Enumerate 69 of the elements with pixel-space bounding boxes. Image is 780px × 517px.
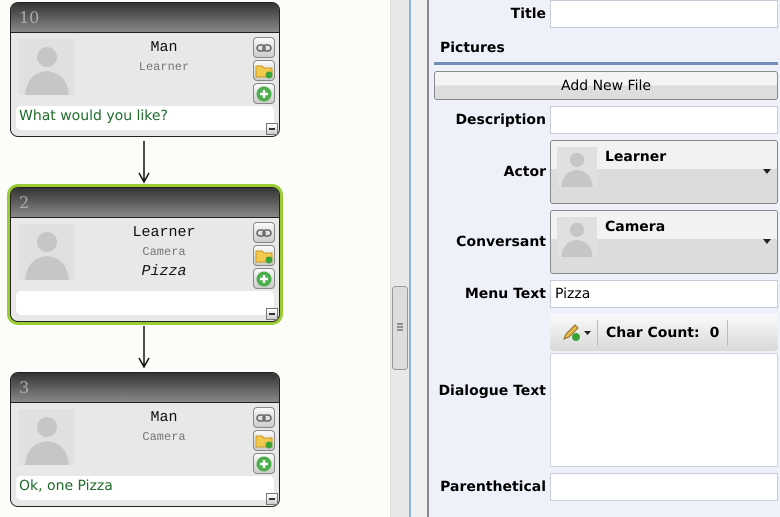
listener-name: Camera — [142, 430, 186, 444]
splitter-bar[interactable] — [409, 0, 429, 517]
link-button[interactable] — [253, 222, 275, 243]
collapse-button[interactable] — [266, 308, 278, 320]
link-button[interactable] — [253, 37, 275, 58]
avatar-placeholder — [557, 217, 597, 257]
dialogue-node[interactable]: 3 Man Camera Ok, one Pizza — [10, 372, 280, 507]
text-field[interactable] — [550, 473, 778, 501]
field-label: Actor — [502, 164, 546, 180]
plus-icon — [256, 86, 272, 102]
add-button[interactable] — [253, 453, 275, 474]
avatar-placeholder — [557, 147, 597, 187]
collapse-button[interactable] — [266, 123, 278, 135]
menu-text: Pizza — [141, 263, 186, 280]
avatar-placeholder — [19, 224, 75, 280]
vertical-scrollbar[interactable] — [390, 0, 409, 517]
scroll-thumb-icon — [392, 286, 408, 370]
minus-icon — [269, 128, 275, 130]
folder-plus-icon — [255, 432, 273, 448]
add-folder-button[interactable] — [253, 245, 275, 266]
field-label: Title — [510, 6, 546, 22]
folder-plus-icon — [255, 248, 273, 264]
dialogue-node[interactable]: 10 Man Learner What would you like? — [10, 2, 280, 137]
text-field[interactable] — [550, 106, 778, 134]
field-label: Dialogue Text — [437, 382, 546, 398]
avatar-placeholder — [19, 39, 75, 95]
text-field[interactable]: Pizza — [550, 280, 778, 308]
dialogue-node[interactable]: 2 Learner Camera Pizza — [10, 187, 280, 322]
node-number: 3 — [19, 378, 30, 397]
field-label: Menu Text — [464, 286, 546, 302]
pencil-plus-icon — [562, 324, 582, 342]
caret-icon — [763, 169, 771, 174]
caret-icon — [584, 330, 591, 334]
char-count-label: Char Count: — [606, 324, 700, 340]
field-label: Conversant — [455, 234, 546, 250]
plus-icon — [256, 270, 272, 286]
avatar-placeholder — [19, 409, 75, 465]
field-label: Parenthetical — [439, 479, 546, 495]
caret-icon — [763, 239, 771, 244]
node-number: 10 — [19, 8, 40, 27]
folder-plus-icon — [255, 62, 273, 78]
link-button[interactable] — [253, 407, 275, 428]
speaker-name: Man — [150, 409, 178, 426]
dialogue-text: What would you like? — [16, 106, 274, 130]
text-field[interactable] — [550, 0, 778, 28]
collapse-button[interactable] — [266, 493, 278, 505]
character-dropdown[interactable]: Camera — [550, 210, 778, 274]
minus-icon — [269, 498, 275, 500]
dialogue-text: Ok, one Pizza — [16, 476, 274, 500]
add-folder-button[interactable] — [253, 60, 275, 81]
chain-link-icon — [256, 44, 272, 52]
speaker-name: Learner — [132, 224, 196, 241]
character-dropdown[interactable]: Learner — [550, 140, 778, 204]
speaker-name: Man — [150, 39, 178, 56]
listener-name: Camera — [142, 245, 186, 259]
field-label: Description — [454, 112, 546, 128]
add-file-button[interactable]: Add New File — [434, 71, 778, 100]
chain-link-icon — [256, 414, 272, 422]
add-button[interactable] — [253, 83, 275, 104]
listener-name: Learner — [138, 60, 190, 74]
char-count-value: 0 — [710, 324, 720, 340]
plus-icon — [256, 456, 272, 472]
add-folder-button[interactable] — [253, 430, 275, 451]
pencil-dropdown-button[interactable] — [562, 320, 598, 346]
add-button[interactable] — [253, 268, 275, 289]
chain-link-icon — [256, 228, 272, 236]
minus-icon — [269, 313, 275, 315]
node-number: 2 — [19, 193, 30, 212]
section-heading: Pictures — [434, 34, 778, 65]
